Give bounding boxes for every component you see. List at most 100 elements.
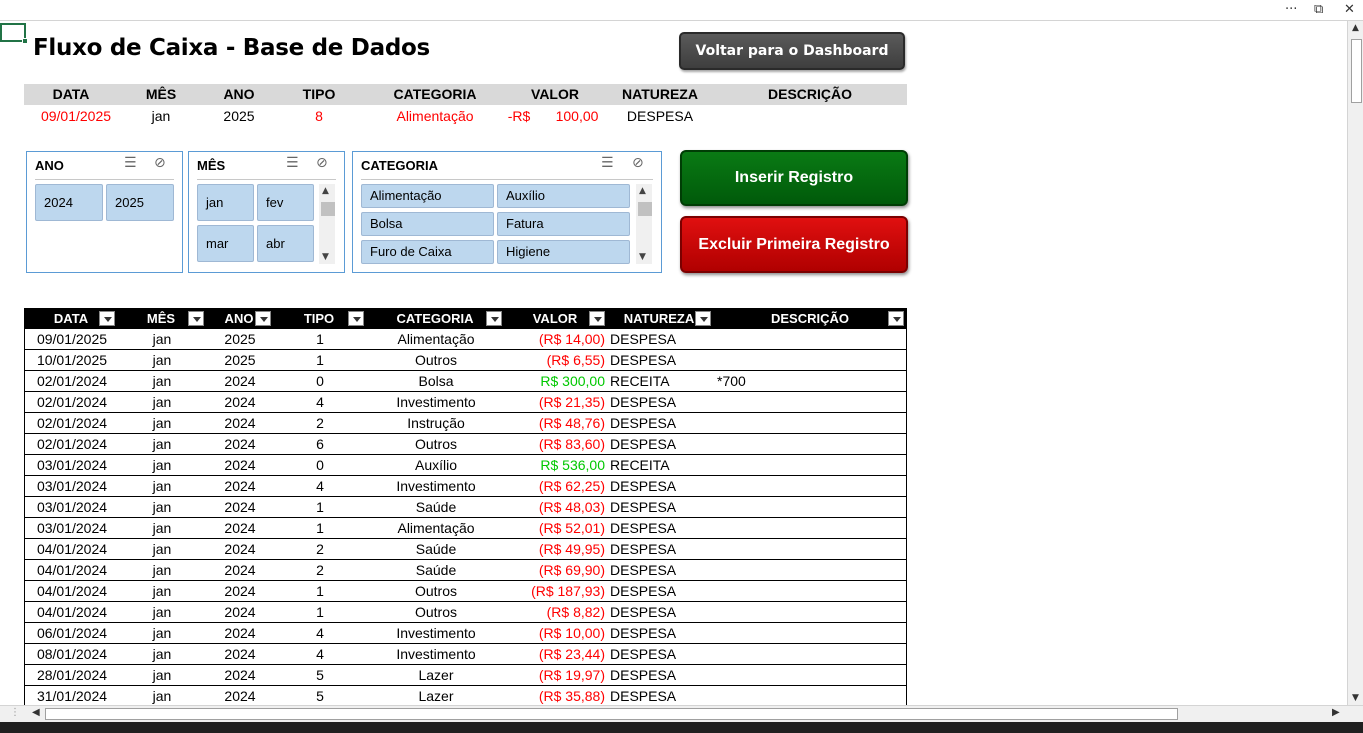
- cell-data[interactable]: 10/01/2025: [37, 350, 107, 370]
- clear-filter-icon[interactable]: ⊘: [316, 155, 328, 171]
- cell-descricao[interactable]: *700: [717, 371, 746, 391]
- cell-data[interactable]: 02/01/2024: [37, 371, 107, 391]
- cell-ano[interactable]: 2024: [224, 413, 255, 433]
- cell-ano[interactable]: 2024: [224, 371, 255, 391]
- cell-data[interactable]: 08/01/2024: [37, 644, 107, 664]
- cell-data[interactable]: 09/01/2025: [37, 329, 107, 349]
- cell-data[interactable]: 31/01/2024: [37, 686, 107, 705]
- cell-ano[interactable]: 2025: [224, 350, 255, 370]
- cell-natureza[interactable]: DESPESA: [610, 644, 676, 664]
- cell-tipo[interactable]: 5: [316, 665, 324, 685]
- restore-window-icon[interactable]: ⧉: [1314, 2, 1323, 17]
- slicer-item-furo-de-caixa[interactable]: Furo de Caixa: [361, 240, 494, 264]
- cell-valor[interactable]: (R$ 35,88): [539, 686, 605, 705]
- slicer-item-fatura[interactable]: Fatura: [497, 212, 630, 236]
- form-value-ano[interactable]: 2025: [223, 106, 254, 127]
- cell-valor[interactable]: (R$ 19,97): [539, 665, 605, 685]
- scroll-up-icon[interactable]: ▲: [322, 186, 329, 196]
- cell-tipo[interactable]: 0: [316, 455, 324, 475]
- scroll-thumb[interactable]: [321, 202, 335, 216]
- slicer-item-jan[interactable]: jan: [197, 184, 254, 221]
- cell-mes[interactable]: jan: [153, 455, 172, 475]
- cell-tipo[interactable]: 4: [316, 392, 324, 412]
- selected-cell[interactable]: [0, 23, 28, 44]
- clear-filter-icon[interactable]: ⊘: [632, 155, 644, 171]
- cell-valor[interactable]: (R$ 6,55): [547, 350, 605, 370]
- slicer-item-fev[interactable]: fev: [257, 184, 314, 221]
- cell-ano[interactable]: 2024: [224, 602, 255, 622]
- delete-first-record-button[interactable]: Excluir Primeira Registro: [680, 216, 908, 273]
- close-window-icon[interactable]: ✕: [1344, 2, 1355, 17]
- filter-dropdown-icon[interactable]: [888, 311, 904, 326]
- cell-natureza[interactable]: DESPESA: [610, 665, 676, 685]
- cell-valor[interactable]: (R$ 52,01): [539, 518, 605, 538]
- cell-ano[interactable]: 2025: [224, 329, 255, 349]
- cell-valor[interactable]: R$ 300,00: [540, 371, 605, 391]
- table-row[interactable]: 04/01/2024 jan 2024 2 Saúde (R$ 49,95) DESPESA: [24, 539, 907, 560]
- back-to-dashboard-button[interactable]: Voltar para o Dashboard: [679, 32, 905, 70]
- insert-record-button[interactable]: Inserir Registro: [680, 150, 908, 206]
- cell-mes[interactable]: jan: [153, 665, 172, 685]
- cell-valor[interactable]: (R$ 14,00): [539, 329, 605, 349]
- slicer-categoria-scrollbar[interactable]: ▲ ▼: [636, 184, 652, 264]
- cell-data[interactable]: 03/01/2024: [37, 518, 107, 538]
- slicer-item-2025[interactable]: 2025: [106, 184, 174, 221]
- filter-dropdown-icon[interactable]: [348, 311, 364, 326]
- table-row[interactable]: 31/01/2024 jan 2024 5 Lazer (R$ 35,88) DESPESA: [24, 686, 907, 705]
- scroll-thumb[interactable]: [1351, 39, 1362, 103]
- cell-tipo[interactable]: 1: [316, 497, 324, 517]
- multiselect-icon[interactable]: ☰: [601, 155, 614, 171]
- cell-natureza[interactable]: RECEITA: [610, 371, 670, 391]
- table-row[interactable]: 06/01/2024 jan 2024 4 Investimento (R$ 10,00)…: [24, 623, 907, 644]
- cell-natureza[interactable]: DESPESA: [610, 539, 676, 559]
- table-row[interactable]: 02/01/2024 jan 2024 2 Instrução (R$ 48,76) DES…: [24, 413, 907, 434]
- slicer-item-abr[interactable]: abr: [257, 225, 314, 262]
- cell-categoria[interactable]: Investimento: [396, 392, 475, 412]
- cell-mes[interactable]: jan: [153, 518, 172, 538]
- cell-mes[interactable]: jan: [153, 392, 172, 412]
- cell-mes[interactable]: jan: [153, 413, 172, 433]
- table-row[interactable]: 03/01/2024 jan 2024 4 Investimento (R$ 62,25)…: [24, 476, 907, 497]
- table-row[interactable]: 28/01/2024 jan 2024 5 Lazer (R$ 19,97) DESPESA: [24, 665, 907, 686]
- spreadsheet-area[interactable]: Fluxo de Caixa - Base de Dados Voltar pa…: [0, 21, 1347, 705]
- cell-natureza[interactable]: DESPESA: [610, 623, 676, 643]
- cell-categoria[interactable]: Bolsa: [418, 371, 453, 391]
- scroll-right-icon[interactable]: ▶: [1332, 707, 1340, 718]
- scroll-down-icon[interactable]: ▼: [1352, 693, 1359, 703]
- cell-data[interactable]: 02/01/2024: [37, 413, 107, 433]
- cell-natureza[interactable]: DESPESA: [610, 560, 676, 580]
- cell-valor[interactable]: (R$ 48,76): [539, 413, 605, 433]
- table-row[interactable]: 02/01/2024 jan 2024 0 Bolsa R$ 300,00 RECEITA *…: [24, 371, 907, 392]
- cell-categoria[interactable]: Outros: [415, 602, 457, 622]
- table-row[interactable]: 03/01/2024 jan 2024 1 Saúde (R$ 48,03) DESPESA: [24, 497, 907, 518]
- cell-tipo[interactable]: 1: [316, 602, 324, 622]
- scroll-thumb[interactable]: [45, 708, 1178, 720]
- cell-mes[interactable]: jan: [153, 581, 172, 601]
- cell-tipo[interactable]: 1: [316, 581, 324, 601]
- cell-data[interactable]: 04/01/2024: [37, 581, 107, 601]
- cell-ano[interactable]: 2024: [224, 392, 255, 412]
- cell-categoria[interactable]: Investimento: [396, 623, 475, 643]
- table-row[interactable]: 09/01/2025 jan 2025 1 Alimentação (R$ 14,00) D…: [24, 329, 907, 350]
- cell-natureza[interactable]: DESPESA: [610, 392, 676, 412]
- cell-mes[interactable]: jan: [153, 476, 172, 496]
- form-value-natureza[interactable]: DESPESA: [627, 106, 693, 127]
- scroll-down-icon[interactable]: ▼: [322, 252, 329, 262]
- cell-data[interactable]: 06/01/2024: [37, 623, 107, 643]
- scroll-up-icon[interactable]: ▲: [1352, 23, 1359, 33]
- cell-categoria[interactable]: Outros: [415, 581, 457, 601]
- cell-categoria[interactable]: Auxílio: [415, 455, 457, 475]
- cell-mes[interactable]: jan: [153, 350, 172, 370]
- cell-mes[interactable]: jan: [153, 623, 172, 643]
- cell-natureza[interactable]: DESPESA: [610, 686, 676, 705]
- cell-tipo[interactable]: 1: [316, 350, 324, 370]
- fill-handle[interactable]: [22, 38, 28, 44]
- slicer-item-auxilio[interactable]: Auxílio: [497, 184, 630, 208]
- cell-valor[interactable]: (R$ 8,82): [547, 602, 605, 622]
- cell-data[interactable]: 04/01/2024: [37, 560, 107, 580]
- cell-ano[interactable]: 2024: [224, 560, 255, 580]
- form-value-data[interactable]: 09/01/2025: [41, 106, 111, 127]
- cell-tipo[interactable]: 6: [316, 434, 324, 454]
- slicer-item-higiene[interactable]: Higiene: [497, 240, 630, 264]
- filter-dropdown-icon[interactable]: [99, 311, 115, 326]
